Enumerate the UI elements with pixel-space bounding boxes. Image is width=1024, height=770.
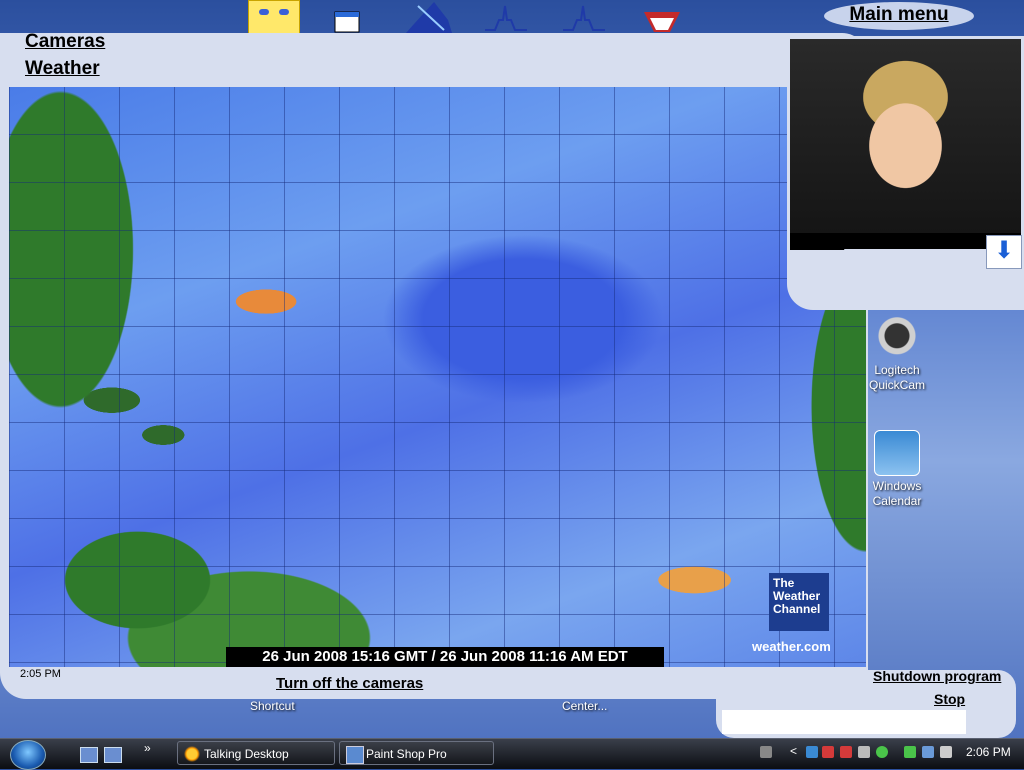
show-desktop-icon[interactable] <box>80 747 98 763</box>
ship-icon[interactable] <box>404 0 454 34</box>
keyboard-icon[interactable] <box>760 746 772 758</box>
tower-icon[interactable] <box>561 0 607 34</box>
avatar <box>790 39 1021 249</box>
webcam-icon <box>875 316 919 360</box>
start-button[interactable] <box>10 740 46 770</box>
panel-clock: 2:05 PM <box>20 668 61 680</box>
shutdown-program-link[interactable]: Shutdown program <box>873 668 1001 684</box>
center-label[interactable]: Center... <box>562 699 607 713</box>
tray-app-icon[interactable] <box>806 746 818 758</box>
security-alert-icon[interactable] <box>822 746 834 758</box>
avatar-name-link[interactable]: Jessica <box>790 235 844 252</box>
taskbar <box>0 738 1024 769</box>
turn-off-cameras-link[interactable]: Turn off the cameras <box>276 675 423 692</box>
command-input[interactable] <box>722 710 966 734</box>
face-icon[interactable] <box>248 0 300 36</box>
sun-icon <box>184 746 200 762</box>
volume-icon[interactable] <box>940 746 952 758</box>
calendar-icon <box>874 430 920 476</box>
quicklaunch-overflow[interactable]: » <box>144 741 151 755</box>
network-icon[interactable] <box>922 746 934 758</box>
device-icon[interactable] <box>858 746 870 758</box>
weather-site-label: weather.com <box>752 639 831 654</box>
task-label: Paint Shop Pro <box>366 747 447 761</box>
system-clock[interactable]: 2:06 PM <box>966 745 1011 759</box>
stop-link[interactable]: Stop <box>934 691 965 707</box>
task-talking-desktop[interactable]: Talking Desktop <box>177 741 335 765</box>
weather-link[interactable]: Weather <box>25 58 100 80</box>
status-icon[interactable] <box>876 746 888 758</box>
shortcut-label[interactable]: Shortcut <box>250 699 295 713</box>
task-label: Talking Desktop <box>204 747 289 761</box>
weather-channel-logo: The Weather Channel <box>769 573 829 631</box>
map-timestamp: 26 Jun 2008 15:16 GMT / 26 Jun 2008 11:1… <box>226 647 664 667</box>
logo-line: Channel <box>773 602 821 616</box>
task-paint-shop-pro[interactable]: Paint Shop Pro <box>339 741 494 765</box>
logitech-quickcam-shortcut[interactable]: Logitech QuickCam <box>862 316 932 393</box>
switch-windows-icon[interactable] <box>104 747 122 763</box>
map-grid <box>9 87 866 667</box>
icon-label: Calendar <box>872 494 922 508</box>
warning-icon[interactable] <box>840 746 852 758</box>
bowl-icon[interactable] <box>640 0 684 34</box>
tower-icon[interactable] <box>483 0 529 34</box>
arrow-down-icon[interactable]: ⬇ <box>986 235 1022 269</box>
battery-icon[interactable] <box>904 746 916 758</box>
main-menu-button[interactable]: Main menu <box>824 2 974 30</box>
tray-expand[interactable]: < <box>790 744 797 758</box>
icon-label: QuickCam <box>868 378 925 392</box>
avatar-panel: Jessica ⬇ <box>787 36 1024 310</box>
cameras-link[interactable]: Cameras <box>25 31 105 53</box>
weather-satellite-map: The Weather Channel weather.com 26 Jun 2… <box>9 87 866 667</box>
flag-icon[interactable] <box>332 0 362 34</box>
windows-calendar-shortcut[interactable]: Windows Calendar <box>862 430 932 509</box>
paint-shop-pro-icon <box>346 746 364 764</box>
icon-label: Logitech <box>874 363 920 377</box>
icon-label: Windows <box>872 479 922 493</box>
